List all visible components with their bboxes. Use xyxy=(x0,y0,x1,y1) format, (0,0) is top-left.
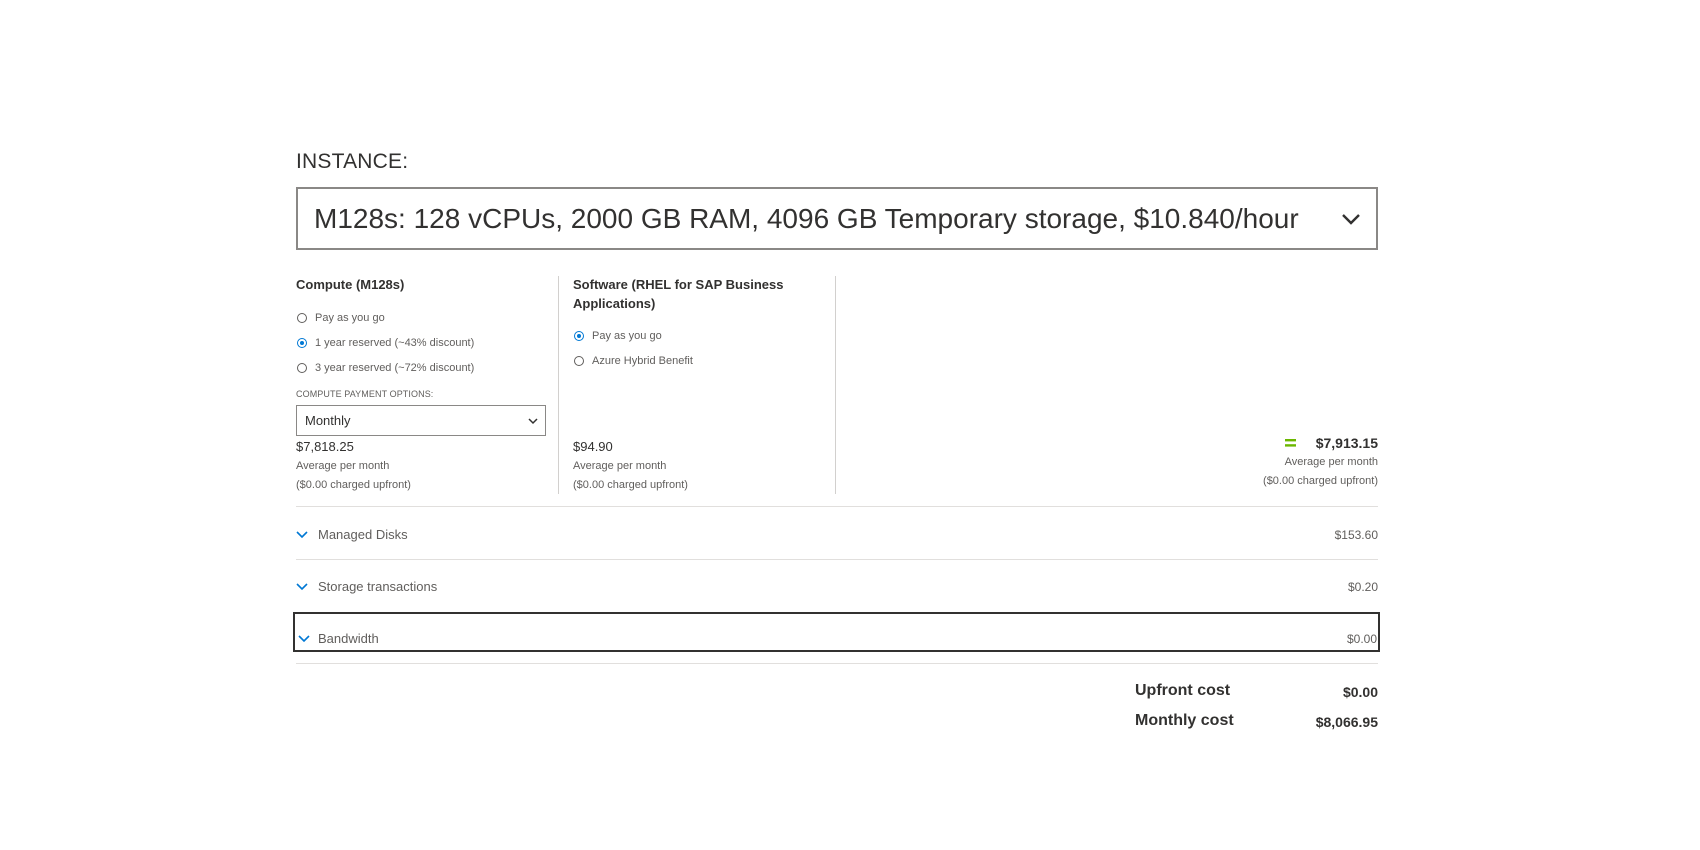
instance-label: INSTANCE: xyxy=(296,150,409,173)
radio-software-pay-as-you-go[interactable] xyxy=(574,331,584,341)
compute-payment-select[interactable]: Monthly xyxy=(296,405,546,436)
radio-label: 1 year reserved (~43% discount) xyxy=(315,337,475,349)
upfront-cost-label: Upfront cost xyxy=(1135,682,1231,699)
total-upfront-note: ($0.00 charged upfront) xyxy=(1263,475,1378,487)
column-divider xyxy=(558,276,559,494)
equals-icon xyxy=(1284,439,1296,447)
radio-label: Pay as you go xyxy=(315,312,385,324)
chevron-down-icon xyxy=(296,583,308,591)
radio-azure-hybrid-benefit[interactable] xyxy=(574,356,584,366)
section-value: $153.60 xyxy=(1334,528,1378,542)
instance-select[interactable]: M128s: 128 vCPUs, 2000 GB RAM, 4096 GB T… xyxy=(296,187,1378,250)
compute-option-1-year-reserved[interactable]: 1 year reserved (~43% discount) xyxy=(297,334,474,352)
section-bandwidth[interactable]: Bandwidth $0.00 xyxy=(293,612,1380,652)
software-price: $94.90 xyxy=(573,439,613,454)
upfront-cost-value: $0.00 xyxy=(1342,684,1378,700)
column-divider xyxy=(835,276,836,494)
radio-1-year-reserved[interactable] xyxy=(297,338,307,348)
instance-selected-value: M128s: 128 vCPUs, 2000 GB RAM, 4096 GB T… xyxy=(314,203,1299,234)
chevron-down-icon xyxy=(296,531,308,539)
compute-price-note: Average per month xyxy=(296,460,390,472)
compute-payment-options-label: COMPUTE PAYMENT OPTIONS: xyxy=(296,389,434,399)
section-label: Bandwidth xyxy=(318,631,379,646)
monthly-cost-label: Monthly cost xyxy=(1135,712,1234,729)
section-storage-transactions[interactable]: Storage transactions $0.20 xyxy=(296,573,1378,603)
software-option-azure-hybrid-benefit[interactable]: Azure Hybrid Benefit xyxy=(574,352,693,370)
compute-title: Compute (M128s) xyxy=(296,277,405,292)
total-price-row: $7,913.15 xyxy=(1284,435,1378,451)
total-price-note: Average per month xyxy=(1284,456,1378,468)
section-label: Storage transactions xyxy=(318,579,438,594)
divider xyxy=(296,559,1378,560)
radio-pay-as-you-go[interactable] xyxy=(297,313,307,323)
software-option-pay-as-you-go[interactable]: Pay as you go xyxy=(574,327,662,345)
software-title: Software (RHEL for SAP Business Applicat… xyxy=(573,277,784,311)
divider xyxy=(296,663,1378,664)
compute-price: $7,818.25 xyxy=(296,439,354,454)
radio-3-year-reserved[interactable] xyxy=(297,363,307,373)
section-managed-disks[interactable]: Managed Disks $153.60 xyxy=(296,521,1378,551)
chevron-down-icon xyxy=(528,418,538,425)
section-value: $0.00 xyxy=(1346,632,1377,646)
chevron-down-icon xyxy=(1342,214,1360,225)
compute-option-3-year-reserved[interactable]: 3 year reserved (~72% discount) xyxy=(297,359,474,377)
chevron-down-icon xyxy=(298,635,310,643)
compute-option-pay-as-you-go[interactable]: Pay as you go xyxy=(297,309,385,327)
total-price: $7,913.15 xyxy=(1315,435,1378,451)
radio-label: 3 year reserved (~72% discount) xyxy=(315,362,475,374)
radio-label: Azure Hybrid Benefit xyxy=(592,355,693,367)
payment-select-value: Monthly xyxy=(305,413,351,428)
monthly-cost-value: $8,066.95 xyxy=(1315,714,1378,730)
software-upfront-note: ($0.00 charged upfront) xyxy=(573,479,688,491)
divider xyxy=(296,506,1378,507)
radio-label: Pay as you go xyxy=(592,330,662,342)
compute-upfront-note: ($0.00 charged upfront) xyxy=(296,479,411,491)
software-price-note: Average per month xyxy=(573,460,667,472)
section-value: $0.20 xyxy=(1347,580,1378,594)
section-label: Managed Disks xyxy=(318,527,408,542)
